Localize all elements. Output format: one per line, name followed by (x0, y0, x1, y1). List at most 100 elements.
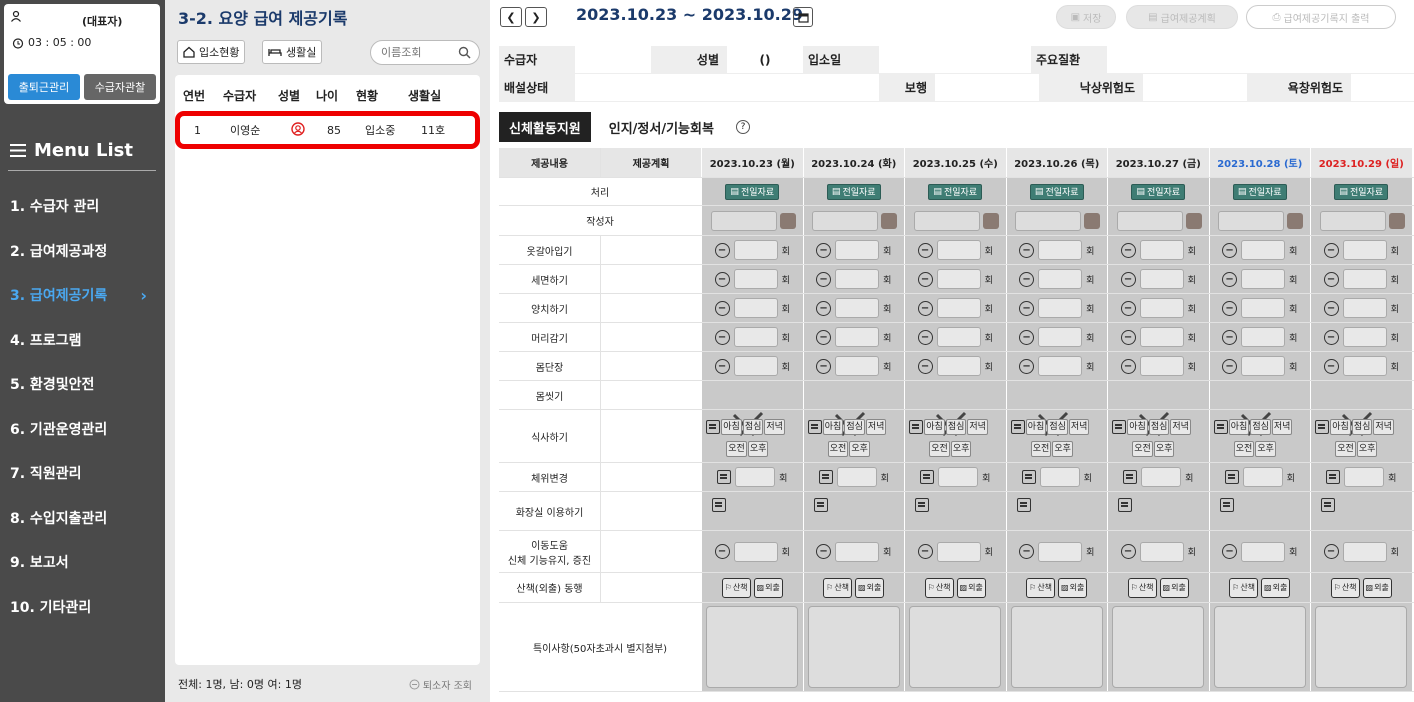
meal-toggle[interactable]: 저녁 (1170, 419, 1191, 435)
menu-item-4[interactable]: 4. 프로그램 (0, 318, 165, 363)
memo-icon[interactable] (920, 470, 935, 484)
attendance-button[interactable]: 출퇴근관리 (8, 74, 80, 100)
count-input[interactable] (1139, 240, 1184, 260)
count-input[interactable] (835, 356, 880, 376)
menu-item-2[interactable]: 2. 급여제공과정 (0, 229, 165, 274)
outing-button[interactable]: ▨ 외출 (1362, 577, 1392, 598)
memo-icon[interactable] (712, 498, 726, 512)
count-input[interactable] (1342, 356, 1387, 376)
search-input[interactable] (381, 46, 451, 59)
minus-circle-icon[interactable]: − (714, 358, 730, 374)
minus-circle-icon[interactable]: − (917, 300, 933, 316)
snack-toggle[interactable]: 오전 (726, 441, 747, 457)
room-button[interactable]: 생활실 (262, 40, 323, 64)
name-search[interactable] (370, 40, 480, 65)
count-input[interactable] (733, 356, 778, 376)
admission-status-button[interactable]: 입소현황 (177, 40, 246, 64)
writer-select-icon[interactable] (779, 212, 796, 229)
minus-circle-icon[interactable]: − (1120, 544, 1136, 559)
writer-select-icon[interactable] (881, 212, 898, 229)
count-input[interactable] (1139, 356, 1184, 376)
snack-toggle[interactable]: 오전 (827, 441, 849, 457)
walk-button[interactable]: ⚐ 산책 (823, 577, 853, 598)
note-textarea[interactable] (1112, 606, 1205, 688)
meal-toggle[interactable]: 점심 (1148, 419, 1170, 435)
snack-toggle[interactable]: 오후 (747, 441, 769, 457)
save-button[interactable]: ▣ 저장 (1056, 5, 1116, 29)
snack-toggle[interactable]: 오전 (1132, 441, 1153, 457)
count-input[interactable] (733, 541, 778, 562)
writer-field[interactable] (1015, 210, 1082, 231)
writer-select-icon[interactable] (1084, 212, 1101, 229)
observation-button[interactable]: 수급자관찰 (84, 74, 156, 100)
minus-circle-icon[interactable]: − (1019, 544, 1035, 559)
minus-circle-icon[interactable]: − (1019, 242, 1035, 258)
writer-field[interactable] (1116, 210, 1183, 231)
minus-circle-icon[interactable]: − (1120, 358, 1136, 374)
menu-item-7[interactable]: 7. 직원관리 (0, 451, 165, 496)
prev-data-button[interactable]: ▤ 전일자료 (725, 183, 780, 200)
count-input[interactable] (938, 467, 979, 487)
count-input[interactable] (835, 327, 880, 347)
menu-item-8[interactable]: 8. 수입지출관리 (0, 496, 165, 541)
outing-button[interactable]: ▨ 외출 (753, 577, 783, 598)
menu-item-5[interactable]: 5. 환경및안전 (0, 362, 165, 407)
count-input[interactable] (835, 240, 880, 260)
count-input[interactable] (1241, 269, 1286, 289)
memo-icon[interactable] (1315, 420, 1330, 434)
minus-circle-icon[interactable]: − (714, 329, 730, 345)
count-input[interactable] (1038, 240, 1083, 260)
prev-data-button[interactable]: ▤ 전일자료 (1131, 183, 1186, 200)
minus-circle-icon[interactable]: − (1222, 544, 1238, 559)
count-input[interactable] (1038, 356, 1083, 376)
meal-toggle[interactable]: 아침 (822, 419, 844, 435)
minus-circle-icon[interactable]: − (917, 271, 933, 287)
count-input[interactable] (1139, 269, 1184, 289)
meal-toggle[interactable]: 아침 (924, 419, 945, 435)
retired-search-button[interactable]: 퇴소자 조회 (409, 677, 472, 692)
minus-circle-icon[interactable]: − (1120, 271, 1136, 287)
meal-toggle[interactable]: 아침 (721, 419, 742, 435)
minus-circle-icon[interactable]: − (1323, 300, 1339, 316)
memo-icon[interactable] (909, 420, 924, 434)
writer-field[interactable] (812, 210, 879, 231)
minus-circle-icon[interactable]: − (1222, 242, 1238, 258)
memo-icon[interactable] (813, 498, 828, 512)
meal-toggle[interactable]: 점심 (1351, 419, 1373, 435)
count-input[interactable] (1342, 298, 1387, 318)
snack-toggle[interactable]: 오후 (950, 441, 972, 457)
minus-circle-icon[interactable]: − (1120, 329, 1136, 345)
outing-button[interactable]: ▨ 외출 (855, 577, 885, 598)
next-week-button[interactable]: ❯ (525, 7, 547, 27)
count-input[interactable] (835, 298, 880, 318)
outing-button[interactable]: ▨ 외출 (956, 577, 986, 598)
writer-select-icon[interactable] (1287, 212, 1304, 229)
note-textarea[interactable] (909, 606, 1002, 688)
walk-button[interactable]: ⚐ 산책 (1127, 577, 1157, 598)
prev-data-button[interactable]: ▤ 전일자료 (928, 183, 983, 200)
count-input[interactable] (1241, 356, 1286, 376)
snack-toggle[interactable]: 오후 (1255, 441, 1276, 457)
note-textarea[interactable] (1010, 606, 1103, 688)
memo-icon[interactable] (1326, 470, 1341, 484)
memo-icon[interactable] (1016, 498, 1031, 512)
prev-data-button[interactable]: ▤ 전일자료 (1029, 183, 1084, 200)
count-input[interactable] (1039, 467, 1080, 487)
memo-icon[interactable] (1224, 470, 1239, 484)
meal-toggle[interactable]: 아침 (1330, 419, 1351, 435)
minus-circle-icon[interactable]: − (1019, 358, 1035, 374)
count-input[interactable] (936, 327, 981, 347)
minus-circle-icon[interactable]: − (1323, 329, 1339, 345)
minus-circle-icon[interactable]: − (816, 242, 832, 258)
snack-toggle[interactable]: 오전 (1335, 441, 1356, 457)
count-input[interactable] (733, 240, 778, 260)
count-input[interactable] (936, 240, 981, 260)
note-textarea[interactable] (807, 606, 900, 688)
memo-icon[interactable] (1112, 420, 1127, 434)
memo-icon[interactable] (818, 470, 833, 484)
count-input[interactable] (936, 541, 981, 562)
meal-toggle[interactable]: 점심 (844, 419, 865, 435)
count-input[interactable] (735, 467, 776, 487)
meal-toggle[interactable]: 저녁 (1068, 419, 1090, 435)
note-textarea[interactable] (1213, 606, 1306, 688)
